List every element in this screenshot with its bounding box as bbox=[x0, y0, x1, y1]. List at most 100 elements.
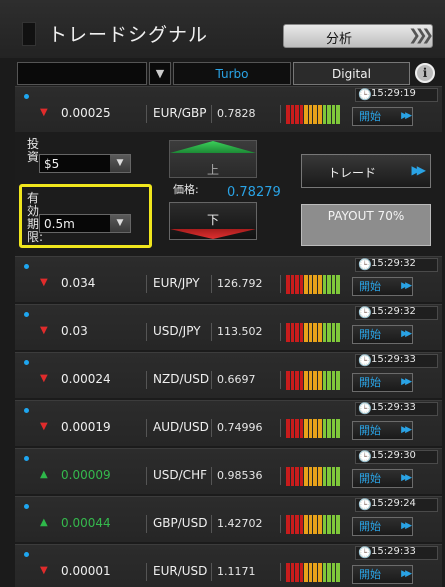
strength-bar bbox=[336, 515, 340, 534]
strength-bar bbox=[299, 563, 304, 582]
signal-strength-meter bbox=[286, 467, 340, 486]
up-button[interactable]: 上 bbox=[169, 140, 257, 178]
signal-price: 0.6697 bbox=[217, 373, 256, 386]
currency-pair: EUR/GBP bbox=[153, 106, 207, 120]
signal-price: 0.7828 bbox=[217, 107, 256, 120]
strength-bar bbox=[286, 515, 290, 534]
signal-row: 🕒 15:29:24 ▲ 0.00044 GBP/USD 1.42702 開始 … bbox=[15, 496, 442, 542]
open-trade-button[interactable]: 開始 ▶▶ bbox=[352, 469, 413, 488]
strength-bar bbox=[295, 563, 299, 582]
strength-bar bbox=[308, 515, 313, 534]
status-dot-icon bbox=[24, 408, 29, 413]
strength-bar bbox=[304, 105, 308, 124]
strength-bar bbox=[295, 371, 299, 390]
open-trade-button-label: 開始 bbox=[359, 568, 381, 581]
divider bbox=[146, 371, 147, 389]
open-trade-button[interactable]: 開始 ▶▶ bbox=[352, 277, 413, 296]
signal-price: 113.502 bbox=[217, 325, 263, 338]
strength-bar bbox=[304, 275, 308, 294]
open-trade-button[interactable]: 開始 ▶▶ bbox=[352, 517, 413, 536]
double-chevron-right-icon: ▶▶ bbox=[401, 521, 412, 531]
down-arrow-icon: ▼ bbox=[40, 565, 48, 576]
strength-bar bbox=[318, 371, 322, 390]
open-trade-button[interactable]: 開始 ▶▶ bbox=[352, 421, 413, 440]
strength-bar bbox=[304, 515, 308, 534]
open-trade-button[interactable]: 開始 ▶▶ bbox=[352, 373, 413, 392]
strength-bar bbox=[322, 467, 327, 486]
signal-price: 1.42702 bbox=[217, 517, 263, 530]
strength-bar bbox=[318, 419, 322, 438]
clock-icon: 🕒 bbox=[358, 306, 372, 319]
clock-icon: 🕒 bbox=[358, 88, 372, 101]
tab-turbo[interactable]: Turbo bbox=[173, 62, 291, 85]
signal-time: 15:29:24 bbox=[371, 498, 416, 509]
strength-bar bbox=[318, 563, 322, 582]
strength-bar bbox=[322, 323, 327, 342]
signal-row: 🕒 15:29:33 ▼ 0.00019 AUD/USD 0.74996 開始 … bbox=[15, 400, 442, 446]
strength-bar bbox=[304, 467, 308, 486]
strength-bar bbox=[313, 371, 318, 390]
clock-icon: 🕒 bbox=[358, 450, 372, 463]
chevron-down-icon: ▼ bbox=[110, 155, 130, 172]
divider bbox=[211, 275, 212, 293]
open-trade-button-label: 開始 bbox=[359, 280, 381, 293]
open-trade-button[interactable]: 開始 ▶▶ bbox=[352, 565, 413, 584]
up-arrow-icon: ▲ bbox=[40, 469, 48, 480]
strength-bar bbox=[299, 323, 304, 342]
down-arrow-icon: ▼ bbox=[40, 107, 48, 118]
strength-bar bbox=[336, 467, 340, 486]
status-dot-icon bbox=[24, 94, 29, 99]
investment-select[interactable]: $5 ▼ bbox=[39, 154, 131, 173]
double-chevron-right-icon: ▶▶ bbox=[401, 569, 412, 579]
strength-bar bbox=[331, 515, 336, 534]
strength-bar bbox=[327, 323, 331, 342]
open-trade-button[interactable]: 開始 ▶▶ bbox=[352, 325, 413, 344]
strength-bar bbox=[336, 563, 340, 582]
tab-digital[interactable]: Digital bbox=[293, 62, 410, 85]
info-icon[interactable]: i bbox=[415, 63, 435, 83]
divider bbox=[146, 467, 147, 485]
trade-button[interactable]: トレード ▶▶ bbox=[301, 154, 431, 188]
down-button[interactable]: 下 bbox=[169, 202, 257, 240]
strength-bar bbox=[299, 419, 304, 438]
divider bbox=[280, 371, 281, 389]
strength-bar bbox=[299, 105, 304, 124]
open-trade-button[interactable]: 開始 ▶▶ bbox=[352, 107, 413, 126]
price-change: 0.03 bbox=[61, 324, 88, 338]
signal-price: 126.792 bbox=[217, 277, 263, 290]
price-change: 0.00001 bbox=[61, 564, 111, 578]
strength-bar bbox=[331, 467, 336, 486]
signal-row: 🕒 15:29:33 ▼ 0.00024 NZD/USD 0.6697 開始 ▶… bbox=[15, 352, 442, 398]
signal-row: 🕒 15:29:30 ▲ 0.00009 USD/CHF 0.98536 開始 … bbox=[15, 448, 442, 494]
chevron-down-icon[interactable]: ▼ bbox=[149, 62, 171, 85]
clock-icon: 🕒 bbox=[358, 354, 372, 367]
signal-strength-meter bbox=[286, 563, 340, 582]
currency-pair: USD/CHF bbox=[153, 468, 207, 482]
signal-strength-meter bbox=[286, 515, 340, 534]
strength-bar bbox=[308, 105, 313, 124]
double-chevron-right-icon: ▶▶ bbox=[401, 425, 412, 435]
strength-bar bbox=[286, 419, 290, 438]
strength-bar bbox=[290, 323, 295, 342]
analysis-button[interactable]: 分析 ❯❯❯ bbox=[283, 24, 434, 48]
strength-bar bbox=[308, 371, 313, 390]
strength-bar bbox=[304, 563, 308, 582]
signal-strength-meter bbox=[286, 275, 340, 294]
strength-bar bbox=[304, 419, 308, 438]
strength-bar bbox=[322, 419, 327, 438]
strength-bar bbox=[295, 515, 299, 534]
signal-strength-meter bbox=[286, 371, 340, 390]
strength-bar bbox=[331, 371, 336, 390]
double-chevron-right-icon: ▶▶ bbox=[401, 281, 412, 291]
down-arrow-icon: ▼ bbox=[40, 277, 48, 288]
status-dot-icon bbox=[24, 552, 29, 557]
down-arrow-icon: ▼ bbox=[40, 373, 48, 384]
asset-filter-select[interactable] bbox=[17, 62, 147, 85]
divider bbox=[146, 515, 147, 533]
up-button-label: 上 bbox=[206, 163, 219, 177]
divider bbox=[211, 563, 212, 581]
signal-time: 15:29:33 bbox=[371, 402, 416, 413]
strength-bar bbox=[336, 419, 340, 438]
strength-bar bbox=[299, 467, 304, 486]
strength-bar bbox=[313, 419, 318, 438]
